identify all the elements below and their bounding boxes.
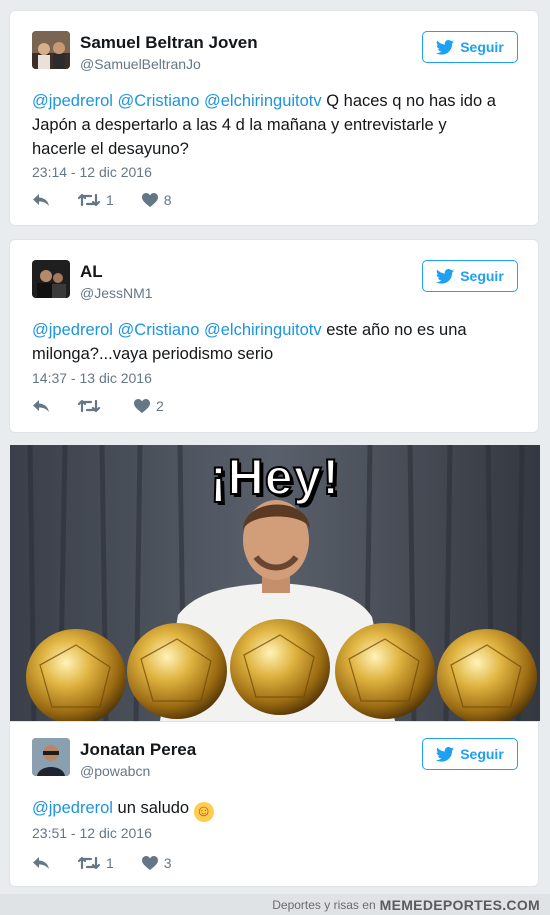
tweet-card-2: AL @JessNM1 Seguir @jpedrerol @Cristiano… [9, 239, 539, 433]
tweet-text: @jpedrerol @Cristiano @elchiringuitotv e… [32, 318, 520, 366]
avatar-image [32, 738, 70, 776]
twitter-bird-icon [436, 746, 455, 762]
tweet-text-part: hacerle el desayuno? [32, 140, 189, 158]
like-count: 2 [156, 398, 164, 414]
mention-link[interactable]: @elchiringuitotv [204, 321, 322, 339]
retweet-icon [78, 856, 100, 870]
follow-label: Seguir [460, 268, 504, 284]
like-count: 8 [163, 192, 172, 208]
follow-button[interactable]: Seguir [422, 260, 518, 292]
tweet-timestamp[interactable]: 23:14 - 12 dic 2016 [32, 164, 152, 180]
retweet-count: 1 [106, 855, 114, 871]
reply-icon [33, 857, 49, 869]
retweet-button[interactable] [78, 399, 106, 413]
avatar-image [32, 31, 70, 69]
tweet-actions: 2 [32, 398, 192, 414]
tweet-text: @jpedrerol @Cristiano @elchiringuitotv Q… [32, 89, 520, 161]
follow-button[interactable]: Seguir [422, 31, 518, 63]
user-handle[interactable]: @JessNM1 [80, 285, 153, 301]
follow-button[interactable]: Seguir [422, 738, 518, 770]
tweet-card-1: Samuel Beltran Joven @SamuelBeltranJo Se… [9, 10, 539, 226]
like-button[interactable]: 8 [141, 192, 172, 208]
tweet-text-part: Q haces q no has ido a [321, 92, 496, 110]
user-name[interactable]: Jonatan Perea [80, 740, 196, 760]
retweet-icon [78, 193, 100, 207]
like-count: 3 [163, 855, 172, 871]
heart-icon [134, 399, 150, 413]
reply-button[interactable] [32, 193, 50, 207]
tweet-text-part: milonga?...vaya periodismo serio [32, 345, 274, 363]
mention-link[interactable]: @Cristiano [118, 321, 200, 339]
user-handle[interactable]: @powabcn [80, 763, 150, 779]
mention-link[interactable]: @Cristiano [118, 92, 200, 110]
reply-icon [33, 194, 49, 206]
avatar[interactable] [32, 260, 70, 298]
avatar-image [32, 260, 70, 298]
retweet-count: 1 [106, 192, 114, 208]
avatar[interactable] [32, 738, 70, 776]
follow-label: Seguir [460, 746, 504, 762]
like-button[interactable]: 3 [141, 855, 172, 871]
banner-tagline: Deportes y risas en [272, 897, 376, 912]
reply-button[interactable] [32, 399, 50, 413]
twitter-bird-icon [436, 39, 455, 55]
tweet-text-part: un saludo [112, 799, 194, 817]
mention-link[interactable]: @elchiringuitotv [204, 92, 322, 110]
tweet-actions: 1 3 [32, 855, 200, 871]
tweet-actions: 1 8 [32, 192, 200, 208]
watermark-banner: Deportes y risas en MEMEDEPORTES.COM [0, 894, 550, 915]
like-button[interactable]: 2 [134, 398, 164, 414]
tweet-timestamp[interactable]: 23:51 - 12 dic 2016 [32, 825, 152, 841]
retweet-icon [78, 399, 100, 413]
meme-image: ¡Hey! [10, 445, 540, 721]
user-handle[interactable]: @SamuelBeltranJo [80, 56, 201, 72]
mention-link[interactable]: @jpedrerol [32, 92, 113, 110]
meme-caption: ¡Hey! [209, 448, 341, 506]
tweet-text-part: este año no es una [321, 321, 467, 339]
reply-button[interactable] [32, 856, 50, 870]
user-name[interactable]: AL [80, 262, 103, 282]
mention-link[interactable]: @jpedrerol [32, 321, 113, 339]
avatar[interactable] [32, 31, 70, 69]
follow-label: Seguir [460, 39, 504, 55]
tweet-text: @jpedrerol un saludo ☺ [32, 796, 520, 822]
tweet-text-part: Japón a despertarlo a las 4 d la mañana … [32, 116, 447, 134]
tweet-card-3: Jonatan Perea @powabcn Seguir @jpedrerol… [9, 721, 539, 887]
mention-link[interactable]: @jpedrerol [32, 799, 113, 817]
retweet-button[interactable]: 1 [78, 192, 114, 208]
reply-icon [33, 400, 49, 412]
heart-icon [141, 856, 158, 870]
retweet-button[interactable]: 1 [78, 855, 114, 871]
twitter-bird-icon [436, 268, 455, 284]
smiling-emoji-icon: ☺ [193, 802, 214, 822]
banner-site[interactable]: MEMEDEPORTES.COM [380, 897, 540, 913]
heart-icon [141, 193, 158, 207]
user-name[interactable]: Samuel Beltran Joven [80, 33, 258, 53]
tweet-timestamp[interactable]: 14:37 - 13 dic 2016 [32, 370, 152, 386]
